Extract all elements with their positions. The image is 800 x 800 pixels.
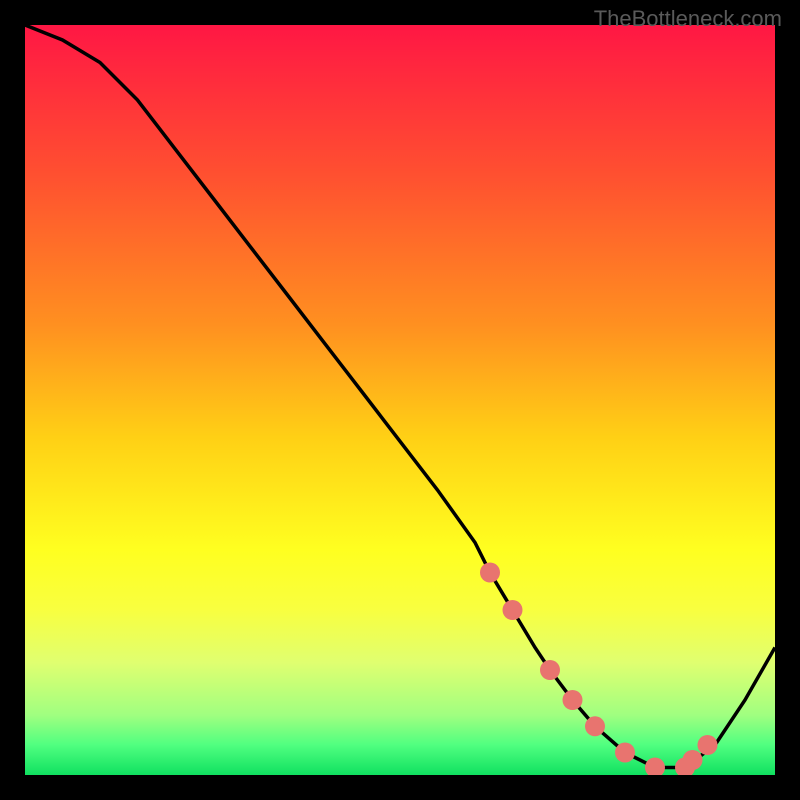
data-point bbox=[645, 758, 665, 776]
data-point bbox=[563, 690, 583, 710]
plot-area bbox=[25, 25, 775, 775]
data-point bbox=[615, 743, 635, 763]
watermark-text: TheBottleneck.com bbox=[594, 6, 782, 32]
data-dots bbox=[25, 25, 775, 775]
data-point bbox=[683, 750, 703, 770]
data-point bbox=[698, 735, 718, 755]
chart-container: TheBottleneck.com bbox=[0, 0, 800, 800]
data-point bbox=[503, 600, 523, 620]
data-point bbox=[585, 716, 605, 736]
data-point bbox=[540, 660, 560, 680]
data-point bbox=[480, 563, 500, 583]
